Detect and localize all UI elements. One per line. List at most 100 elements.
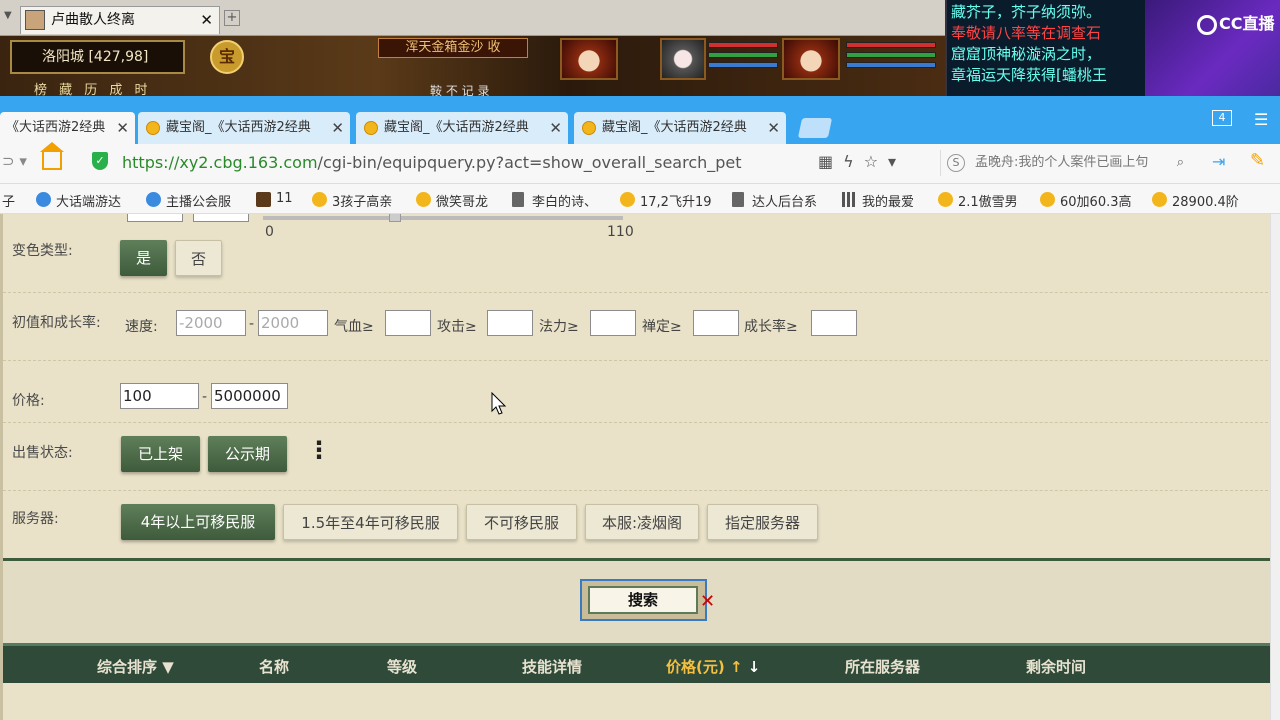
- game-scene: 洛阳城 [427,98] 宝 浑天金箱金沙 收 榜 藏 历 成 时 鞍 不 记 …: [0, 36, 945, 98]
- skills-header: 技能详情: [522, 658, 583, 676]
- bookmark-icon: [1040, 192, 1055, 207]
- bookmark-item[interactable]: 11: [256, 191, 293, 207]
- bookmark-label: 28900.4阶: [1172, 195, 1239, 210]
- close-icon[interactable]: ✕: [200, 7, 213, 33]
- tab-dropdown-icon[interactable]: ▼: [4, 10, 12, 21]
- new-tab-button[interactable]: [797, 118, 833, 138]
- star-icon[interactable]: ☆: [864, 152, 888, 171]
- bookmark-item[interactable]: 我的最爱: [842, 191, 914, 210]
- game-notice[interactable]: 浑天金箱金沙 收: [378, 38, 528, 58]
- level-max-input[interactable]: [193, 214, 249, 222]
- zen-input[interactable]: [693, 310, 739, 336]
- bookmark-item[interactable]: 李白的诗、: [512, 191, 597, 210]
- mouse-cursor-icon: [491, 392, 507, 415]
- color-yes-button[interactable]: 是: [120, 240, 167, 276]
- bookmark-item[interactable]: 28900.4阶: [1152, 191, 1239, 210]
- search-form-page: 0 110 变色类型: 是 否 初值和成长率: 速度: -2000 - 2000…: [0, 214, 1270, 720]
- speed-max-input[interactable]: 2000: [258, 310, 328, 336]
- time-left-header[interactable]: 剩余时间: [1026, 656, 1086, 677]
- browser-tab-bar: 《大话西游2经典 ✕ 藏宝阁_《大话西游2经典 ✕ 藏宝阁_《大话西游2经典 ✕…: [0, 96, 1280, 144]
- bookmark-item[interactable]: 主播公会服: [146, 191, 231, 210]
- chat-line: 章福运天降获得[蟠桃王: [951, 66, 1107, 84]
- sort-down-icon[interactable]: ↓: [748, 658, 761, 676]
- public-period-button[interactable]: 公示期: [208, 436, 287, 472]
- character-portrait-2[interactable]: [660, 38, 706, 80]
- close-icon[interactable]: ✕: [545, 112, 562, 144]
- cc-logo-text: CC直播: [1219, 14, 1275, 33]
- price-max-input[interactable]: 5000000: [211, 383, 288, 409]
- bookmark-item[interactable]: 微笑哥龙: [416, 191, 488, 210]
- bookmark-label: 60加60.3高: [1060, 195, 1132, 210]
- treasure-icon[interactable]: 宝: [210, 40, 244, 74]
- extension-icon[interactable]: ✎: [1250, 150, 1265, 171]
- browser-tab[interactable]: 藏宝阁_《大话西游2经典 ✕: [138, 112, 350, 144]
- bookmark-label: 微笑哥龙: [436, 195, 489, 210]
- close-icon[interactable]: ✕: [327, 112, 344, 144]
- sort-overall-header[interactable]: 综合排序 ▼: [97, 656, 174, 677]
- chat-line: 奉敬请八率等在调查石: [951, 24, 1102, 42]
- browser-tab[interactable]: 藏宝阁_《大话西游2经典 ✕: [356, 112, 568, 144]
- hp-label: 气血≥: [334, 319, 374, 335]
- mana-input[interactable]: [590, 310, 636, 336]
- tab-count-badge[interactable]: 4: [1212, 110, 1232, 126]
- search-button-label: 搜索: [588, 586, 698, 614]
- mana-label: 法力≥: [539, 319, 579, 335]
- hp-bar-2: [846, 42, 936, 48]
- home-icon[interactable]: [40, 142, 64, 170]
- price-min-input[interactable]: 100: [120, 383, 199, 409]
- slider-min-label: 0: [265, 224, 274, 240]
- game-tab[interactable]: 卢曲散人终离 ✕: [20, 6, 220, 34]
- level-min-input[interactable]: [127, 214, 183, 222]
- bookmark-item[interactable]: 3孩子高亲: [312, 191, 392, 210]
- bookmark-label: 3孩子高亲: [332, 195, 393, 210]
- login-icon[interactable]: ⇥: [1212, 152, 1225, 171]
- growth-label: 成长率≥: [744, 319, 798, 335]
- back-dropdown-icon[interactable]: ⊃ ▾: [2, 152, 27, 170]
- speed-min-input[interactable]: -2000: [176, 310, 246, 336]
- price-header[interactable]: 价格(元) ↑ ↓: [666, 656, 760, 677]
- qr-icon[interactable]: ▦: [818, 152, 843, 171]
- color-no-button[interactable]: 否: [175, 240, 222, 276]
- search-box[interactable]: S 孟晚舟:我的个人案件已画上句 ⌕: [940, 150, 1190, 176]
- sort-up-icon[interactable]: ↑: [730, 658, 743, 676]
- add-tab-icon[interactable]: +: [224, 10, 240, 26]
- listed-button[interactable]: 已上架: [121, 436, 200, 472]
- bookmark-item[interactable]: 17,2飞升19: [620, 191, 712, 210]
- character-portrait-3[interactable]: [782, 38, 840, 80]
- bookmark-item[interactable]: 2.1傲雪男: [938, 191, 1018, 210]
- bookmark-label: 达人后台系: [752, 195, 818, 210]
- close-icon[interactable]: ✕: [112, 112, 129, 144]
- level-header[interactable]: 等级: [387, 656, 417, 677]
- url-field[interactable]: https://xy2.cbg.163.com/cgi-bin/equipque…: [122, 153, 742, 172]
- browser-tab[interactable]: 《大话西游2经典 ✕: [0, 112, 135, 144]
- server-option-4yr-button[interactable]: 4年以上可移民服: [121, 504, 275, 540]
- growth-input[interactable]: [811, 310, 857, 336]
- server-option-specify-button[interactable]: 指定服务器: [707, 504, 818, 540]
- hp-input[interactable]: [385, 310, 431, 336]
- chevron-down-icon[interactable]: ▾: [888, 152, 906, 171]
- more-options-icon[interactable]: ⋮: [307, 436, 331, 464]
- bookmark-label: 大话端游达: [56, 195, 122, 210]
- level-slider-track[interactable]: [263, 216, 623, 220]
- character-portrait-1[interactable]: [560, 38, 618, 80]
- bookmark-item[interactable]: 60加60.3高: [1040, 191, 1132, 210]
- bookmark-item[interactable]: 大话端游达: [36, 191, 121, 210]
- menu-icon[interactable]: ☰: [1254, 110, 1268, 129]
- bookmark-item[interactable]: 子: [2, 191, 15, 210]
- server-option-1-5yr-button[interactable]: 1.5年至4年可移民服: [283, 504, 458, 540]
- bookmark-item[interactable]: 达人后台系: [732, 191, 817, 210]
- scrollbar[interactable]: [1270, 214, 1280, 720]
- search-icon[interactable]: ⌕: [1177, 150, 1184, 176]
- browser-tab[interactable]: 藏宝阁_《大话西游2经典 ✕: [574, 112, 786, 144]
- close-icon[interactable]: ✕: [763, 112, 780, 144]
- divider: [3, 490, 1270, 491]
- lightning-icon[interactable]: ϟ: [843, 152, 864, 171]
- zen-label: 禅定≥: [642, 319, 682, 335]
- search-engine-icon[interactable]: S: [947, 154, 965, 172]
- level-slider-handle[interactable]: [389, 214, 401, 222]
- server-option-local-button[interactable]: 本服:凌烟阁: [585, 504, 699, 540]
- divider: [3, 422, 1270, 423]
- search-button[interactable]: 搜索: [580, 579, 707, 621]
- server-option-no-migrate-button[interactable]: 不可移民服: [466, 504, 577, 540]
- attack-input[interactable]: [487, 310, 533, 336]
